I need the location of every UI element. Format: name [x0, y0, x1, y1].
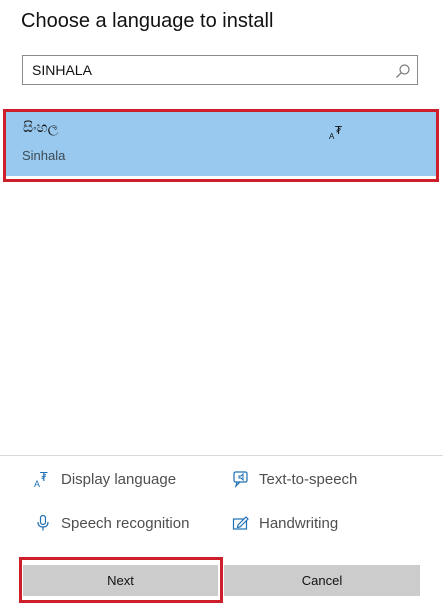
language-native-name: සිංහල: [23, 119, 59, 135]
feature-label: Display language: [61, 470, 177, 488]
svg-text:₮: ₮: [335, 124, 342, 137]
feature-speech-recognition: Speech recognition: [34, 514, 189, 532]
feature-handwriting: Handwriting: [232, 514, 338, 532]
feature-label: Text-to-speech: [259, 470, 358, 488]
divider: [0, 455, 443, 456]
handwriting-icon: [232, 514, 250, 532]
feature-display-language: A ₮ Display language: [34, 470, 177, 489]
feature-text-to-speech: Text-to-speech: [232, 470, 357, 488]
microphone-icon: [34, 514, 52, 532]
dialog-title: Choose a language to install: [21, 10, 274, 32]
language-english-name: Sinhala: [22, 148, 66, 163]
language-install-dialog: Choose a language to install සිංහල Sinha…: [0, 0, 443, 608]
svg-text:₮: ₮: [40, 470, 48, 484]
display-language-icon: A ₮: [329, 124, 345, 141]
search-icon[interactable]: [395, 63, 411, 79]
language-list-item-sinhala[interactable]: සිංහල Sinhala A ₮: [6, 112, 437, 176]
text-to-speech-icon: [232, 470, 250, 488]
feature-label: Handwriting: [259, 514, 339, 532]
search-box[interactable]: [22, 55, 418, 85]
next-button[interactable]: Next: [23, 565, 218, 596]
search-input[interactable]: [32, 56, 392, 84]
display-language-icon: A ₮: [34, 470, 52, 489]
cancel-button[interactable]: Cancel: [224, 565, 420, 596]
feature-label: Speech recognition: [61, 514, 190, 532]
